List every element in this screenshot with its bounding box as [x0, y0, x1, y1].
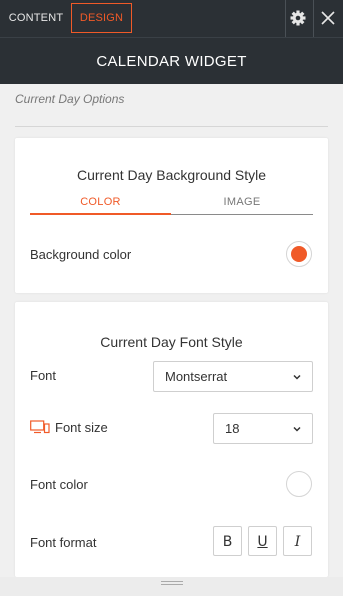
tab-image[interactable]: IMAGE [171, 196, 313, 214]
font-select-value: Montserrat [165, 369, 228, 384]
tab-design[interactable]: DESIGN [71, 3, 132, 33]
font-size-label: Font size [55, 420, 108, 435]
tab-underline [171, 214, 313, 215]
italic-icon: I [294, 534, 301, 550]
divider [285, 0, 286, 37]
font-format-label: Font format [30, 535, 97, 550]
grip-line [161, 584, 183, 585]
grip-line [161, 581, 183, 582]
font-color-label: Font color [30, 477, 88, 492]
top-bar: CONTENT DESIGN [0, 0, 343, 37]
font-size-select[interactable]: 18 [213, 413, 313, 444]
resize-handle[interactable] [0, 577, 343, 596]
background-color-label: Background color [30, 247, 132, 262]
color-fill [291, 476, 307, 492]
devices-icon [30, 420, 50, 434]
section-label: Current Day Options [15, 92, 125, 106]
card-title: Current Day Font Style [100, 334, 243, 350]
font-select[interactable]: Montserrat [153, 361, 313, 392]
tab-color[interactable]: COLOR [30, 196, 171, 214]
divider [313, 0, 314, 37]
underline-button[interactable]: U [248, 526, 277, 556]
chevron-down-icon [293, 374, 301, 380]
bold-icon: B [222, 534, 233, 550]
font-label: Font [30, 368, 57, 383]
color-fill [291, 246, 307, 262]
divider [15, 126, 328, 127]
font-style-card: Current Day Font Style Font Montserrat F… [15, 302, 328, 577]
gear-icon[interactable] [287, 7, 309, 29]
card-title: Current Day Background Style [76, 167, 267, 183]
italic-button[interactable]: I [283, 526, 312, 556]
active-tab-indicator [30, 213, 171, 215]
underline-icon: U [257, 534, 268, 550]
font-color-swatch[interactable] [286, 471, 312, 497]
chevron-down-icon [293, 426, 301, 432]
font-size-value: 18 [225, 421, 240, 436]
background-color-swatch[interactable] [286, 241, 312, 267]
bold-button[interactable]: B [213, 526, 242, 556]
tab-content[interactable]: CONTENT [4, 3, 68, 33]
close-icon[interactable] [317, 7, 339, 29]
background-style-card: Current Day Background Style COLOR IMAGE… [15, 138, 328, 293]
page-title: CALENDAR WIDGET [0, 37, 343, 84]
